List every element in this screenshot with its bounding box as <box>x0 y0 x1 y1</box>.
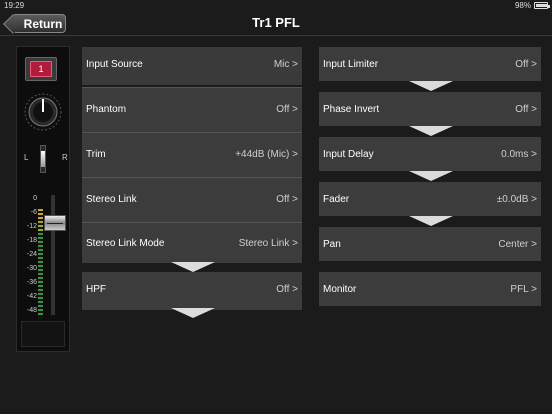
param-stereo-link-mode[interactable]: Stereo Link Mode Stereo Link > <box>82 222 302 263</box>
channel-number: 1 <box>30 61 52 77</box>
param-value: Off > <box>276 284 298 295</box>
param-label: Phase Invert <box>323 104 380 115</box>
meter-segment <box>38 237 43 239</box>
meter-segment <box>38 277 43 279</box>
param-value: Off > <box>276 194 298 205</box>
channel-strip: 1 L R 0 -6 -12 -18 -24 -30 -36 -42 -48 <box>16 46 70 352</box>
scale-label: -6 <box>30 209 37 216</box>
param-label: Input Limiter <box>323 59 379 70</box>
meter-segment <box>38 257 43 259</box>
param-hpf[interactable]: HPF Off > <box>82 272 302 310</box>
fader-handle[interactable] <box>44 215 66 231</box>
pan-slider-handle[interactable] <box>41 151 45 167</box>
scale-label: -30 <box>26 265 37 272</box>
meter-segment <box>38 301 43 303</box>
gain-knob[interactable] <box>24 93 62 131</box>
param-value: +44dB (Mic) > <box>235 149 298 160</box>
param-phantom[interactable]: Phantom Off > <box>82 87 302 132</box>
param-label: Monitor <box>323 284 357 295</box>
meter-segment <box>38 241 43 243</box>
param-value: Stereo Link > <box>238 238 298 249</box>
scale-label: -42 <box>26 293 37 300</box>
scale-label: 0 <box>33 195 37 202</box>
param-value: Off > <box>515 104 537 115</box>
scale-label: -48 <box>26 307 37 314</box>
pan-left-label: L <box>24 153 29 162</box>
page-title: Tr1 PFL <box>252 15 300 30</box>
param-label: Stereo Link Mode <box>86 238 165 249</box>
param-trim[interactable]: Trim +44dB (Mic) > <box>82 132 302 177</box>
param-value: 0.0ms > <box>501 149 537 160</box>
param-value: Center > <box>498 239 537 250</box>
meter-segment <box>38 297 43 299</box>
meter-segment <box>38 249 43 251</box>
meter-segment <box>38 233 43 235</box>
meter-segment <box>38 289 43 291</box>
param-value: Mic > <box>273 59 298 70</box>
meter-segment <box>38 245 43 247</box>
param-input-delay[interactable]: Input Delay 0.0ms > <box>319 137 541 171</box>
meter-segment <box>38 281 43 283</box>
param-label: Input Source <box>86 59 143 70</box>
flow-arrow-icon <box>409 81 453 91</box>
meter-segment <box>38 213 43 215</box>
param-value: Off > <box>276 104 298 115</box>
strip-footer <box>21 321 65 347</box>
meter-segment <box>38 273 43 275</box>
scale-label: -24 <box>26 251 37 258</box>
meter-segment <box>38 217 43 219</box>
battery-percent: 98% <box>514 1 531 10</box>
meter-segment <box>38 309 43 311</box>
param-label: Stereo Link <box>86 194 137 205</box>
param-fader[interactable]: Fader ±0.0dB > <box>319 182 541 216</box>
flow-arrow-icon <box>409 171 453 181</box>
meter-segment <box>38 265 43 267</box>
param-value: ±0.0dB > <box>496 194 537 205</box>
meter-segment <box>38 261 43 263</box>
battery-icon <box>534 2 550 9</box>
scale-label: -12 <box>26 223 37 230</box>
param-label: Input Delay <box>323 149 374 160</box>
knob-icon <box>24 93 62 131</box>
meter-segment <box>38 229 43 231</box>
flow-arrow-icon <box>171 262 215 272</box>
param-label: Trim <box>86 149 106 160</box>
param-pan[interactable]: Pan Center > <box>319 227 541 261</box>
param-label: Pan <box>323 239 341 250</box>
param-label: HPF <box>86 284 106 295</box>
level-meter <box>38 209 43 319</box>
meter-segment <box>38 269 43 271</box>
flow-arrow-icon <box>409 126 453 136</box>
flow-arrow-icon <box>171 308 215 318</box>
param-monitor[interactable]: Monitor PFL > <box>319 272 541 306</box>
param-label: Phantom <box>86 104 127 115</box>
param-input-source[interactable]: Input Source Mic > <box>82 47 302 85</box>
meter-segment <box>38 225 43 227</box>
param-value: Off > <box>515 59 537 70</box>
meter-segment <box>38 253 43 255</box>
meter-segment <box>38 293 43 295</box>
param-input-limiter[interactable]: Input Limiter Off > <box>319 47 541 81</box>
scale-label: -36 <box>26 279 37 286</box>
status-bar: 19:29 98% <box>0 0 552 12</box>
status-battery: 98% <box>514 1 550 10</box>
param-label: Fader <box>323 194 350 205</box>
meter-segment <box>38 305 43 307</box>
nav-bar: Return Tr1 PFL <box>0 12 552 36</box>
flow-arrow-icon <box>409 216 453 226</box>
meter-segment <box>38 209 43 211</box>
param-phase-invert[interactable]: Phase Invert Off > <box>319 92 541 126</box>
meter-segment <box>38 221 43 223</box>
scale-label: -18 <box>26 237 37 244</box>
fader-track[interactable] <box>51 195 55 315</box>
meter-segment <box>38 313 43 315</box>
meter-segment <box>38 285 43 287</box>
status-time: 19:29 <box>4 1 25 10</box>
param-stereo-link[interactable]: Stereo Link Off > <box>82 177 302 222</box>
pan-right-label: R <box>62 153 68 162</box>
channel-select-button[interactable]: 1 <box>25 57 57 81</box>
param-value: PFL > <box>510 284 537 295</box>
